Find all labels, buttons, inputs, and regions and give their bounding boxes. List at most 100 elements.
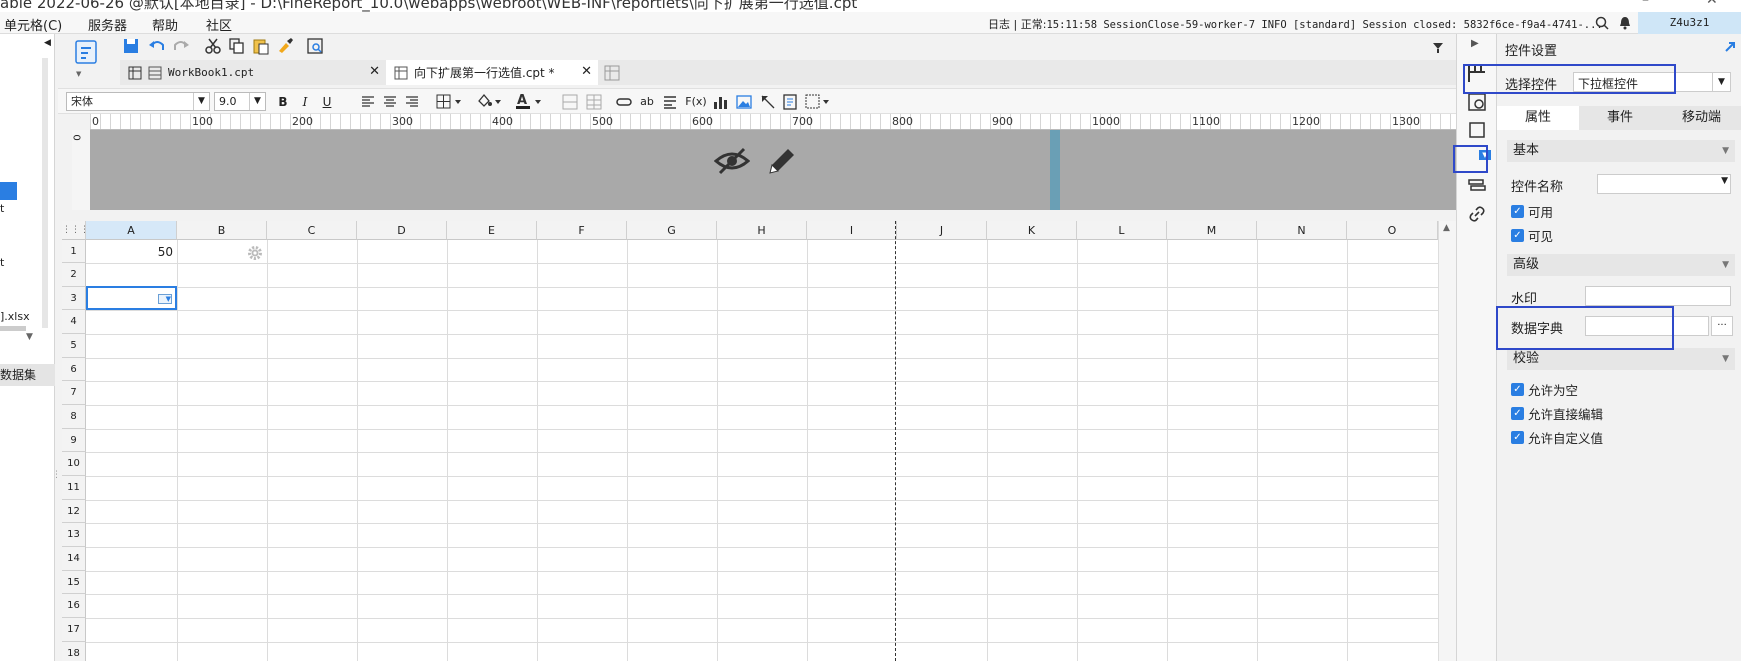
cut-icon[interactable] bbox=[204, 37, 222, 55]
minimize-button[interactable]: – bbox=[1642, 0, 1649, 8]
vertical-scrollbar[interactable]: ▲ bbox=[1438, 221, 1456, 661]
chart-icon[interactable] bbox=[712, 94, 728, 110]
new-template-arrow-icon[interactable]: ▼ bbox=[76, 70, 81, 78]
row-header[interactable]: 7 bbox=[62, 381, 86, 405]
widget-name-input[interactable]: ▼ bbox=[1597, 174, 1731, 194]
font-size-select[interactable]: 9.0 ▼ bbox=[214, 92, 266, 111]
tree-item-t2[interactable]: t bbox=[0, 256, 4, 269]
cell-a1[interactable]: 50 bbox=[86, 241, 177, 263]
column-header-f[interactable]: F bbox=[537, 221, 627, 240]
copy-icon[interactable] bbox=[228, 37, 246, 55]
scroll-down-icon[interactable]: ▼ bbox=[26, 332, 33, 342]
section-advanced[interactable]: 高级 ▼ bbox=[1507, 254, 1735, 276]
preview-icon[interactable] bbox=[306, 37, 324, 55]
row-header[interactable]: 15 bbox=[62, 571, 86, 594]
link-icon[interactable] bbox=[616, 95, 632, 109]
formula-button[interactable]: F(x) bbox=[684, 93, 708, 111]
menu-cell[interactable]: 单元格(C) bbox=[4, 15, 62, 34]
column-header-n[interactable]: N bbox=[1257, 221, 1347, 240]
row-header[interactable]: 4 bbox=[62, 310, 86, 334]
row-header[interactable]: 16 bbox=[62, 594, 86, 618]
row-header[interactable]: 12 bbox=[62, 500, 86, 523]
row-header[interactable]: 13 bbox=[62, 523, 86, 547]
scroll-up-icon[interactable]: ▲ bbox=[1443, 223, 1450, 233]
redo-icon[interactable] bbox=[172, 37, 190, 55]
row-header[interactable]: 10 bbox=[62, 452, 86, 476]
column-header-m[interactable]: M bbox=[1167, 221, 1257, 240]
underline-button[interactable]: U bbox=[318, 93, 336, 111]
spreadsheet-grid[interactable]: ⋮⋮⋮ A B C D E F G H I J K L M N O 1 2 3 … bbox=[62, 221, 1438, 661]
chevron-down-icon[interactable]: ▼ bbox=[1721, 176, 1728, 186]
tab-events[interactable]: 事件 bbox=[1579, 106, 1661, 130]
row-header[interactable]: 5 bbox=[62, 334, 86, 358]
gear-icon[interactable] bbox=[247, 245, 263, 261]
column-header-c[interactable]: C bbox=[267, 221, 357, 240]
image-icon[interactable] bbox=[736, 94, 752, 110]
visible-checkbox[interactable]: ✓ 可见 bbox=[1511, 226, 1553, 245]
column-header-i[interactable]: I bbox=[807, 221, 897, 240]
row-header[interactable]: 17 bbox=[62, 618, 86, 642]
new-template-icon[interactable] bbox=[74, 39, 98, 67]
tab-properties[interactable]: 属性 bbox=[1497, 106, 1579, 130]
log-label[interactable]: 日志 bbox=[988, 18, 1010, 31]
chevron-down-icon[interactable]: ▼ bbox=[249, 93, 265, 110]
bell-icon[interactable] bbox=[1618, 16, 1632, 30]
tab-workbook1[interactable]: WorkBook1.cpt ✕ bbox=[120, 60, 386, 85]
align-center-icon[interactable] bbox=[382, 94, 398, 110]
chevron-down-icon[interactable]: ▼ bbox=[1712, 73, 1730, 91]
close-window-button[interactable]: ✕ bbox=[1706, 0, 1718, 8]
column-header-e[interactable]: E bbox=[447, 221, 537, 240]
tab-current-template-close-button[interactable]: ✕ bbox=[581, 64, 592, 79]
column-header-a[interactable]: A bbox=[86, 221, 177, 240]
column-header-o[interactable]: O bbox=[1347, 221, 1438, 240]
row-header[interactable]: 2 bbox=[62, 263, 86, 287]
menu-community[interactable]: 社区 bbox=[206, 15, 232, 34]
new-tab-icon[interactable] bbox=[604, 65, 620, 81]
column-header-l[interactable]: L bbox=[1077, 221, 1167, 240]
selected-tree-item[interactable] bbox=[0, 182, 17, 200]
horizontal-scrollbar[interactable] bbox=[0, 326, 26, 331]
column-header-k[interactable]: K bbox=[987, 221, 1077, 240]
template-menu-icon[interactable] bbox=[1430, 39, 1446, 55]
expand-panel-icon[interactable]: ▶ bbox=[1471, 38, 1479, 49]
menu-help[interactable]: 帮助 bbox=[152, 15, 178, 34]
menu-server[interactable]: 服务器 bbox=[88, 15, 127, 34]
watermark-input[interactable] bbox=[1585, 286, 1731, 306]
column-header-j[interactable]: J bbox=[897, 221, 987, 240]
column-header-g[interactable]: G bbox=[627, 221, 717, 240]
slash-icon[interactable] bbox=[760, 94, 776, 110]
font-color-icon[interactable]: A bbox=[514, 92, 544, 111]
tab-current-template[interactable]: 向下扩展第一行选值.cpt * ✕ bbox=[386, 60, 598, 85]
condition-attribute-icon[interactable] bbox=[1467, 176, 1487, 196]
cell-attribute-icon[interactable] bbox=[1467, 92, 1487, 112]
column-header-b[interactable]: B bbox=[177, 221, 267, 240]
format-painter-icon[interactable] bbox=[276, 37, 294, 55]
tab-mobile[interactable]: 移动端 bbox=[1661, 106, 1741, 130]
allow-custom-checkbox[interactable]: ✓ 允许自定义值 bbox=[1511, 428, 1603, 447]
cell-element-icon[interactable] bbox=[804, 93, 832, 111]
collapse-icon[interactable]: ◀ bbox=[44, 38, 52, 52]
pin-icon[interactable] bbox=[1723, 40, 1737, 54]
align-left-icon[interactable] bbox=[360, 94, 376, 110]
align-right-icon[interactable] bbox=[404, 94, 420, 110]
row-header[interactable]: 3 bbox=[62, 287, 86, 310]
paste-icon[interactable] bbox=[252, 37, 270, 55]
insert-text-icon[interactable] bbox=[662, 94, 678, 110]
cell-element-icon[interactable] bbox=[1467, 120, 1487, 140]
row-header[interactable]: 8 bbox=[62, 405, 86, 429]
allow-edit-checkbox[interactable]: ✓ 允许直接编辑 bbox=[1511, 404, 1603, 423]
hyperlink-icon[interactable] bbox=[1467, 204, 1487, 224]
tree-item-t1[interactable]: t bbox=[0, 202, 4, 215]
save-icon[interactable] bbox=[122, 37, 140, 55]
enabled-checkbox[interactable]: ✓ 可用 bbox=[1511, 202, 1553, 221]
dropdown-widget-icon[interactable]: ▼ bbox=[158, 294, 172, 304]
undo-icon[interactable] bbox=[148, 37, 166, 55]
selected-cell-a3[interactable]: ▼ bbox=[86, 286, 177, 310]
row-header[interactable]: 9 bbox=[62, 429, 86, 452]
row-header[interactable]: 18 bbox=[62, 642, 86, 661]
column-header-h[interactable]: H bbox=[717, 221, 807, 240]
font-family-select[interactable]: 宋体 ▼ bbox=[66, 92, 210, 111]
left-scrollbar[interactable] bbox=[42, 58, 48, 328]
bold-button[interactable]: B bbox=[274, 93, 292, 111]
text-ab-button[interactable]: ab bbox=[638, 93, 656, 111]
